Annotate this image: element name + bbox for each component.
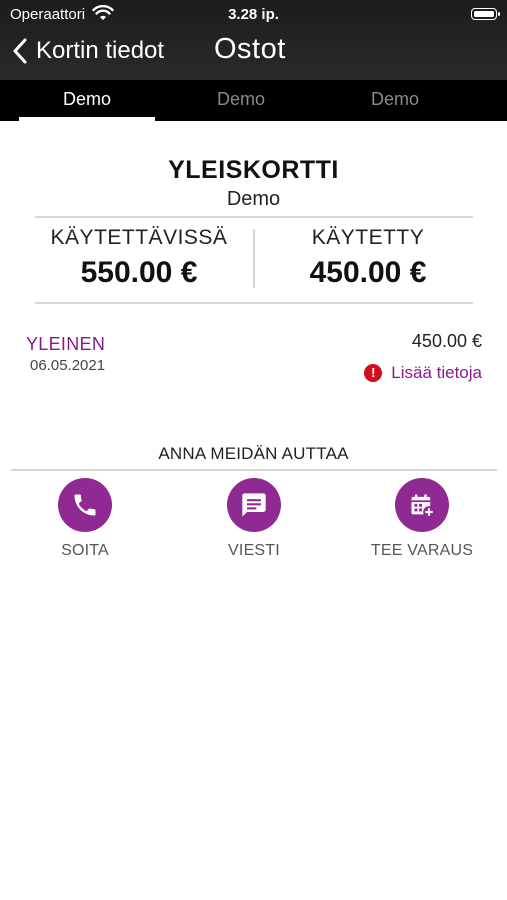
tab-1[interactable]: Demo (19, 80, 155, 121)
alert-icon: ! (364, 364, 383, 382)
tab-3[interactable]: Demo (327, 80, 463, 121)
divider (35, 302, 473, 304)
vertical-divider (253, 229, 255, 288)
back-button[interactable]: Kortin tiedot (12, 33, 164, 69)
more-info-label: Lisää tietoja (391, 363, 482, 382)
available-label: KÄYTETTÄVISSÄ (50, 226, 228, 249)
booking-button[interactable]: TEE VARAUS (357, 478, 487, 560)
message-label: VIESTI (228, 542, 280, 559)
booking-label: TEE VARAUS (370, 542, 474, 559)
transaction-name: YLEINEN (26, 334, 106, 354)
booking-circle (395, 478, 449, 532)
call-circle (58, 478, 112, 532)
calendar-add-icon (411, 494, 435, 518)
divider (11, 469, 497, 471)
call-label: SOITA (61, 542, 109, 559)
card-subtitle: Demo (226, 188, 281, 210)
status-bar: Operaattori 3.28 ip. (0, 0, 507, 28)
battery-icon (471, 8, 500, 20)
transaction-date: 06.05.2021 (30, 357, 106, 374)
page-title: Ostot (214, 33, 286, 65)
message-button[interactable]: VIESTI (189, 478, 319, 560)
status-time: 3.28 ip. (228, 6, 279, 23)
phone-icon (74, 494, 96, 516)
message-circle (227, 478, 281, 532)
tab-2[interactable]: Demo (173, 80, 309, 121)
transaction-amount: 450.00 € (411, 331, 482, 351)
call-button[interactable]: SOITA (20, 478, 150, 560)
chevron-left-icon (13, 38, 27, 64)
card-tabs: Demo Demo Demo (0, 80, 507, 121)
used-amount: KÄYTETTY 450.00 € (268, 226, 468, 290)
navigation-header: Operaattori 3.28 ip. Kortin tiedot Ostot (0, 0, 507, 80)
card-title: YLEISKORTTI (168, 156, 339, 184)
used-label: KÄYTETTY (311, 226, 425, 249)
more-info-link[interactable]: ! Lisää tietoja (364, 363, 482, 383)
used-value: 450.00 € (309, 256, 427, 289)
available-value: 550.00 € (80, 256, 198, 289)
back-button-label: Kortin tiedot (36, 37, 165, 64)
available-balance: KÄYTETTÄVISSÄ 550.00 € (39, 226, 239, 290)
message-icon (242, 493, 266, 517)
divider (35, 216, 473, 218)
help-title: ANNA MEIDÄN AUTTAA (158, 444, 349, 463)
